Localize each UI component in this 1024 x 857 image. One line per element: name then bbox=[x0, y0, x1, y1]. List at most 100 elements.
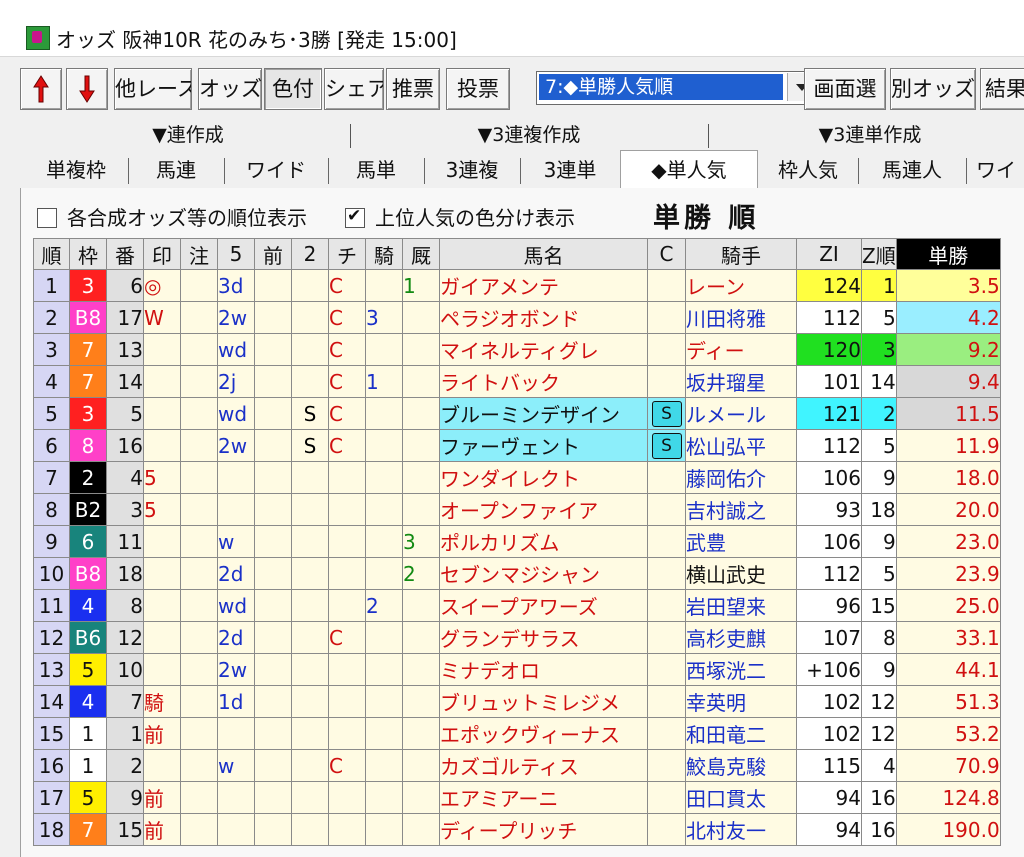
column-header[interactable]: 番 bbox=[106, 238, 144, 270]
tab-umaren-ninki[interactable]: 馬連人 bbox=[860, 154, 964, 186]
tab-tanfuku-waku[interactable]: 単複枠 bbox=[26, 154, 126, 186]
column-header[interactable]: 前 bbox=[254, 238, 292, 270]
other-odds-button[interactable]: 別オッズ bbox=[890, 68, 976, 110]
column-header[interactable]: 騎手 bbox=[685, 238, 797, 270]
next-button[interactable] bbox=[66, 68, 108, 110]
table-row[interactable]: 6 8 16 2w S C ファーヴェント S 松山弘平 112 5 11.9 bbox=[33, 429, 1001, 462]
table-row[interactable]: 4 7 14 2j C 1 ライトバック 坂井瑠星 101 14 9.4 bbox=[33, 365, 1001, 398]
tab-group-3renpuku[interactable]: ▼3連複作成 bbox=[352, 122, 706, 148]
table-row[interactable]: 5 3 5 wd S C ブルーミンデザイン S ルメール 121 2 11.5 bbox=[33, 397, 1001, 430]
table-row[interactable]: 12 B6 12 2d C グランデサラス 高杉吏麒 107 8 33.1 bbox=[33, 621, 1001, 654]
form5-cell: 2w bbox=[217, 653, 255, 686]
tab-3renpuku[interactable]: 3連複 bbox=[426, 154, 518, 186]
column-header[interactable]: 5 bbox=[217, 238, 255, 270]
checkbox-color[interactable] bbox=[345, 206, 365, 228]
check-cell: C bbox=[328, 749, 366, 782]
tab-waku-ninki[interactable]: 枠人気 bbox=[760, 154, 856, 186]
option-ranking[interactable]: 各合成オッズ等の順位表示 bbox=[37, 202, 307, 231]
column-header[interactable]: 馬名 bbox=[439, 238, 648, 270]
table-row[interactable]: 2 B8 17 W 2w C 3 ペラジオボンド 川田将雅 112 5 4.2 bbox=[33, 301, 1001, 334]
table-row[interactable]: 13 5 10 2w ミナデオロ 西塚洸二 +106 9 44.1 bbox=[33, 653, 1001, 686]
tab-wide-ninki[interactable]: ワイ bbox=[968, 154, 1024, 186]
win-odds-cell: 18.0 bbox=[895, 461, 1001, 494]
tab-umatan[interactable]: 馬単 bbox=[330, 154, 422, 186]
table-row[interactable]: 16 1 2 w C カズゴルティス 鮫島克駿 115 4 70.9 bbox=[33, 749, 1001, 782]
option-color[interactable]: 上位人気の色分け表示 bbox=[345, 202, 575, 231]
prev-cell bbox=[254, 397, 292, 430]
check-cell bbox=[328, 685, 366, 718]
tab-wide[interactable]: ワイド bbox=[226, 154, 326, 186]
result-button[interactable]: 結果 bbox=[980, 68, 1024, 110]
win-odds-cell: 23.0 bbox=[895, 525, 1001, 558]
form5-cell: wd bbox=[217, 397, 255, 430]
column-header[interactable]: 騎 bbox=[365, 238, 403, 270]
vote-button[interactable]: 投票 bbox=[446, 68, 510, 110]
c-cell: S bbox=[647, 429, 686, 462]
prev-button[interactable] bbox=[20, 68, 62, 110]
c-cell bbox=[647, 365, 686, 398]
table-header: 順枠番印注 5 前 2 チ騎厩馬名 C 騎手 ZI Z順 単勝 bbox=[33, 238, 1001, 270]
stable-mark-cell bbox=[402, 365, 440, 398]
column-header[interactable]: C bbox=[647, 238, 686, 270]
mark-cell bbox=[143, 429, 181, 462]
tab-3rentan[interactable]: 3連単 bbox=[522, 154, 618, 186]
horse-number-cell: 14 bbox=[106, 365, 144, 398]
color-button[interactable]: 色付 bbox=[264, 68, 322, 110]
odds-button[interactable]: オッズ bbox=[198, 68, 262, 110]
column-header[interactable]: 単勝 bbox=[895, 238, 1001, 270]
table-row[interactable]: 17 5 9 前 エアミアーニ 田口貫太 94 16 124.8 bbox=[33, 781, 1001, 814]
checkbox-ranking[interactable] bbox=[37, 208, 57, 228]
rank-cell: 3 bbox=[33, 333, 70, 366]
table-row[interactable]: 14 4 7 騎 1d ブリュットミレジメ 幸英明 102 12 51.3 bbox=[33, 685, 1001, 718]
column-header[interactable]: ZI bbox=[796, 238, 862, 270]
column-header[interactable]: 注 bbox=[180, 238, 218, 270]
horse-number-cell: 13 bbox=[106, 333, 144, 366]
win-odds-cell: 20.0 bbox=[895, 493, 1001, 526]
win-odds-cell: 23.9 bbox=[895, 557, 1001, 590]
tab-tan-ninki[interactable]: ◆単人気 bbox=[620, 150, 758, 189]
form5-cell: 3d bbox=[217, 269, 255, 302]
column-header[interactable]: 順 bbox=[33, 238, 70, 270]
other-race-button[interactable]: 他レース bbox=[114, 68, 192, 110]
table-row[interactable]: 10 B8 18 2d 2 セブンマジシャン 横山武史 112 5 23.9 bbox=[33, 557, 1001, 590]
column-header[interactable]: 厩 bbox=[402, 238, 440, 270]
tab-group-3rentan[interactable]: ▼3連単作成 bbox=[710, 122, 1024, 148]
zi-cell: 121 bbox=[796, 397, 862, 430]
table-row[interactable]: 8 B2 3 5 オープンファイア 吉村誠之 93 18 20.0 bbox=[33, 493, 1001, 526]
column-header[interactable]: チ bbox=[328, 238, 366, 270]
horse-number-cell: 1 bbox=[106, 717, 144, 750]
view-select[interactable]: 7:◆単勝人気順 bbox=[536, 71, 818, 105]
divider bbox=[128, 158, 129, 184]
table-row[interactable]: 15 1 1 前エポックヴィーナス 和田竜二 102 12 53.2 bbox=[33, 717, 1001, 750]
suihyo-button[interactable]: 推票 bbox=[386, 68, 440, 110]
column-header[interactable]: 枠 bbox=[69, 238, 107, 270]
column-header[interactable]: 印 bbox=[143, 238, 181, 270]
jockey-mark-cell bbox=[365, 461, 403, 494]
jockey-mark-cell bbox=[365, 429, 403, 462]
jockey-mark-cell bbox=[365, 557, 403, 590]
column-header[interactable]: 2 bbox=[291, 238, 329, 270]
horse-number-cell: 8 bbox=[106, 589, 144, 622]
prev-cell bbox=[254, 685, 292, 718]
tab-umaren[interactable]: 馬連 bbox=[130, 154, 222, 186]
table-row[interactable]: 1 3 6 ◎ 3d C 1 ガイアメンテ レーン 124 1 3.5 bbox=[33, 269, 1001, 302]
view-select-value: 7:◆単勝人気順 bbox=[539, 74, 783, 100]
c-cell bbox=[647, 685, 686, 718]
table-row[interactable]: 18 7 15 前 ディープリッチ 北村友一 94 16 190.0 bbox=[33, 813, 1001, 846]
stable-mark-cell bbox=[402, 813, 440, 846]
tab-group-ren[interactable]: ▼連作成 bbox=[28, 122, 348, 148]
share-button[interactable]: シェア bbox=[324, 68, 384, 110]
jockey-mark-cell bbox=[365, 813, 403, 846]
column-header[interactable]: Z順 bbox=[861, 238, 897, 270]
note-cell bbox=[180, 397, 218, 430]
table-row[interactable]: 7 2 4 5 ワンダイレクト 藤岡佑介 106 9 18.0 bbox=[33, 461, 1001, 494]
table-row[interactable]: 9 6 11 w 3 ポルカリズム 武豊 106 9 23.0 bbox=[33, 525, 1001, 558]
waku-cell: B8 bbox=[69, 301, 107, 334]
screen-select-button[interactable]: 画面選 bbox=[804, 68, 886, 110]
zi-rank-cell: 2 bbox=[861, 397, 897, 430]
note-cell bbox=[180, 333, 218, 366]
table-row[interactable]: 11 4 8 wd 2 スイープアワーズ 岩田望来 96 15 25.0 bbox=[33, 589, 1001, 622]
table-row[interactable]: 3 7 13 wd C マイネルティグレ ディー 120 3 9.2 bbox=[33, 333, 1001, 366]
horse-number-cell: 11 bbox=[106, 525, 144, 558]
mark-cell bbox=[143, 653, 181, 686]
